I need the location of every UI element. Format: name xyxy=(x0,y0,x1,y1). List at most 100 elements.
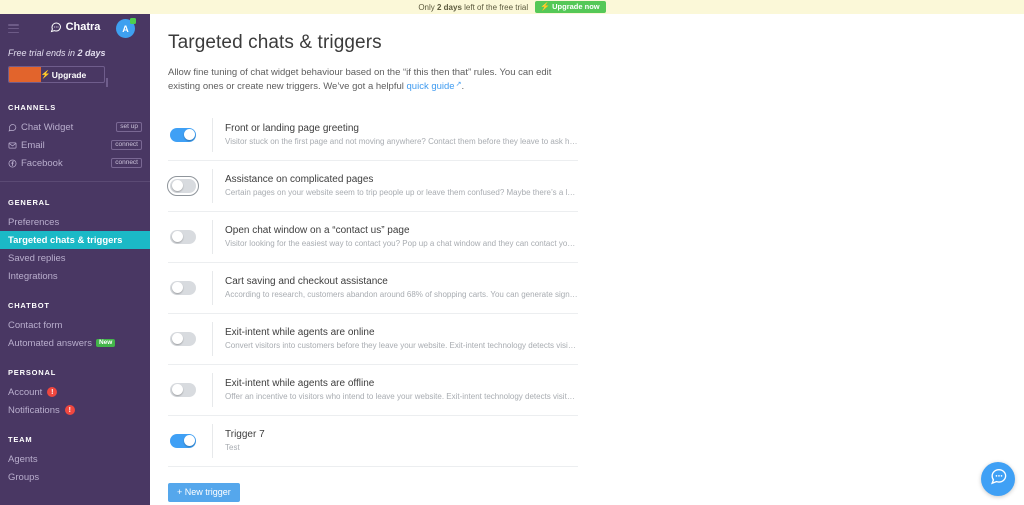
trigger-title: Front or landing page greeting xyxy=(225,122,359,134)
trigger-body: Exit-intent while agents are online Conve… xyxy=(212,321,578,356)
sidebar-item-label: Notifications xyxy=(8,404,60,416)
trigger-toggle-switch[interactable] xyxy=(170,382,196,397)
sidebar-item-facebook[interactable]: Facebook connect xyxy=(0,154,150,172)
sidebar-item-chat-widget[interactable]: Chat Widget set up xyxy=(0,118,150,136)
sidebar-group-heading: PERSONAL xyxy=(8,368,57,377)
toggle-knob xyxy=(171,384,183,396)
channel-action-pill[interactable]: connect xyxy=(111,157,142,169)
sidebar-item-preferences[interactable]: Preferences xyxy=(0,213,150,231)
sidebar-item-label: Agents xyxy=(8,453,38,465)
sidebar-nav: CHANNELS Chat Widget set up Email connect Fac… xyxy=(0,103,150,486)
trigger-toggle-cell xyxy=(168,382,212,397)
banner-upgrade-label: Upgrade now xyxy=(552,2,600,12)
trigger-title: Exit-intent while agents are online xyxy=(225,326,375,338)
main-content: Targeted chats & triggers Allow fine tun… xyxy=(150,14,1024,505)
trigger-title: Exit-intent while agents are offline xyxy=(225,377,375,389)
trigger-toggle-switch[interactable] xyxy=(170,127,196,142)
sidebar-item-automated-answers[interactable]: Automated answers New xyxy=(0,334,150,352)
toggle-knob xyxy=(171,231,183,243)
trigger-description: Visitor stuck on the first page and not … xyxy=(225,136,578,146)
bolt-icon: ⚡ xyxy=(40,69,51,79)
trigger-description: According to research, customers abandon… xyxy=(225,289,578,299)
avatar-initial: A xyxy=(122,23,129,34)
trigger-body: Front or landing page greeting Visitor st… xyxy=(212,117,578,152)
alert-badge: ! xyxy=(47,387,58,397)
trigger-body: Trigger 7 Test xyxy=(212,423,578,458)
toggle-knob xyxy=(183,435,195,447)
trigger-description: Test xyxy=(225,442,240,452)
sidebar-group-personal: PERSONAL Account! Notifications! xyxy=(0,368,150,419)
sidebar-item-integrations[interactable]: Integrations xyxy=(0,267,150,285)
facebook-icon xyxy=(8,159,21,168)
sidebar-group-channels: CHANNELS Chat Widget set up Email connect Fac… xyxy=(0,103,150,172)
trigger-body: Exit-intent while agents are offline Offe… xyxy=(212,372,578,407)
sidebar-item-contact-form[interactable]: Contact form xyxy=(0,316,150,334)
trigger-toggle-cell xyxy=(168,229,212,244)
trigger-row[interactable]: Assistance on complicated pages Certain p… xyxy=(167,161,578,212)
banner-upgrade-now-button[interactable]: ⚡ Upgrade now xyxy=(535,1,606,13)
sidebar-item-agents[interactable]: Agents xyxy=(0,450,150,468)
trigger-body: Open chat window on a “contact us” page V… xyxy=(212,219,578,254)
sidebar-item-label: Groups xyxy=(8,471,40,483)
trigger-toggle-cell xyxy=(168,331,212,346)
sidebar-group-team: TEAM Agents Groups xyxy=(0,435,150,486)
sidebar-item-label: Saved replies xyxy=(8,252,66,264)
page-title: Targeted chats & triggers xyxy=(168,32,382,53)
avatar-wrapper: A xyxy=(116,18,136,39)
sidebar-item-groups[interactable]: Groups xyxy=(0,468,150,486)
trigger-row[interactable]: Exit-intent while agents are online Conve… xyxy=(168,314,578,365)
trigger-title: Trigger 7 xyxy=(225,428,265,440)
trigger-toggle-switch[interactable] xyxy=(170,433,196,448)
trigger-toggle-switch[interactable] xyxy=(167,175,199,196)
quick-guide-link[interactable]: quick guide↗ xyxy=(407,81,462,92)
upgrade-label-wrap: ⚡ Upgrade xyxy=(9,70,104,80)
trigger-body: Assistance on complicated pages Certain p… xyxy=(212,168,578,203)
new-badge: New xyxy=(95,338,116,348)
sidebar-group-heading: CHANNELS xyxy=(8,103,57,112)
sidebar-upgrade-button[interactable]: ⚡ Upgrade xyxy=(8,66,105,83)
sidebar-item-label: Account xyxy=(8,386,43,398)
trigger-toggle-switch[interactable] xyxy=(170,331,196,346)
envelope-icon xyxy=(8,141,21,150)
sidebar-item-saved-replies[interactable]: Saved replies xyxy=(0,249,150,267)
sidebar-divider xyxy=(0,181,150,182)
sidebar: Chatra A Free trial ends in 2 days ⚡ Upgr… xyxy=(0,14,150,505)
sidebar-item-notifications[interactable]: Notifications! xyxy=(0,401,150,419)
trigger-toggle-switch[interactable] xyxy=(170,280,196,295)
trigger-toggle-cell xyxy=(168,433,212,448)
trigger-description: Convert visitors into customers before t… xyxy=(225,340,578,350)
toggle-knob xyxy=(183,129,195,141)
sidebar-item-account[interactable]: Account! xyxy=(0,383,150,401)
toggle-knob xyxy=(171,333,183,345)
chat-widget-launcher-button[interactable] xyxy=(981,462,1015,496)
trigger-toggle-cell xyxy=(167,175,212,196)
trigger-row[interactable]: Exit-intent while agents are offline Offe… xyxy=(168,365,578,416)
trigger-row[interactable]: Open chat window on a “contact us” page V… xyxy=(168,212,578,263)
channel-action-pill[interactable]: connect xyxy=(111,139,142,151)
brand-name: Chatra xyxy=(65,21,101,33)
sidebar-upgrade-label: Upgrade xyxy=(51,69,87,80)
new-trigger-button[interactable]: + New trigger xyxy=(168,482,240,502)
chat-bubble-icon xyxy=(50,21,62,33)
sidebar-item-targeted-chats-triggers[interactable]: Targeted chats & triggers xyxy=(0,231,150,249)
trigger-row[interactable]: Cart saving and checkout assistance Accor… xyxy=(168,263,578,314)
trigger-toggle-switch[interactable] xyxy=(170,229,196,244)
trigger-row[interactable]: Trigger 7 Test xyxy=(168,416,578,467)
sidebar-group-chatbot: CHATBOT Contact form Automated answers New xyxy=(0,301,150,352)
trigger-toggle-cell xyxy=(168,280,212,295)
sidebar-item-label: Contact form xyxy=(8,319,63,331)
trigger-row[interactable]: Front or landing page greeting Visitor st… xyxy=(168,110,578,161)
channel-action-pill[interactable]: set up xyxy=(116,121,142,133)
sidebar-item-label: Facebook xyxy=(21,157,63,169)
trigger-title: Open chat window on a “contact us” page xyxy=(225,224,410,236)
trigger-title: Assistance on complicated pages xyxy=(225,173,374,185)
sidebar-group-heading: CHATBOT xyxy=(8,301,50,310)
trigger-body: Cart saving and checkout assistance Accor… xyxy=(212,270,578,305)
sidebar-item-label: Preferences xyxy=(8,216,60,228)
bolt-icon: ⚡ xyxy=(540,2,551,11)
trial-banner-text: Only 2 days left of the free trial xyxy=(418,2,529,12)
sidebar-group-heading: TEAM xyxy=(8,435,33,444)
sidebar-item-email[interactable]: Email connect xyxy=(0,136,150,154)
sidebar-item-label: Email xyxy=(21,139,45,151)
trigger-title: Cart saving and checkout assistance xyxy=(225,275,388,287)
